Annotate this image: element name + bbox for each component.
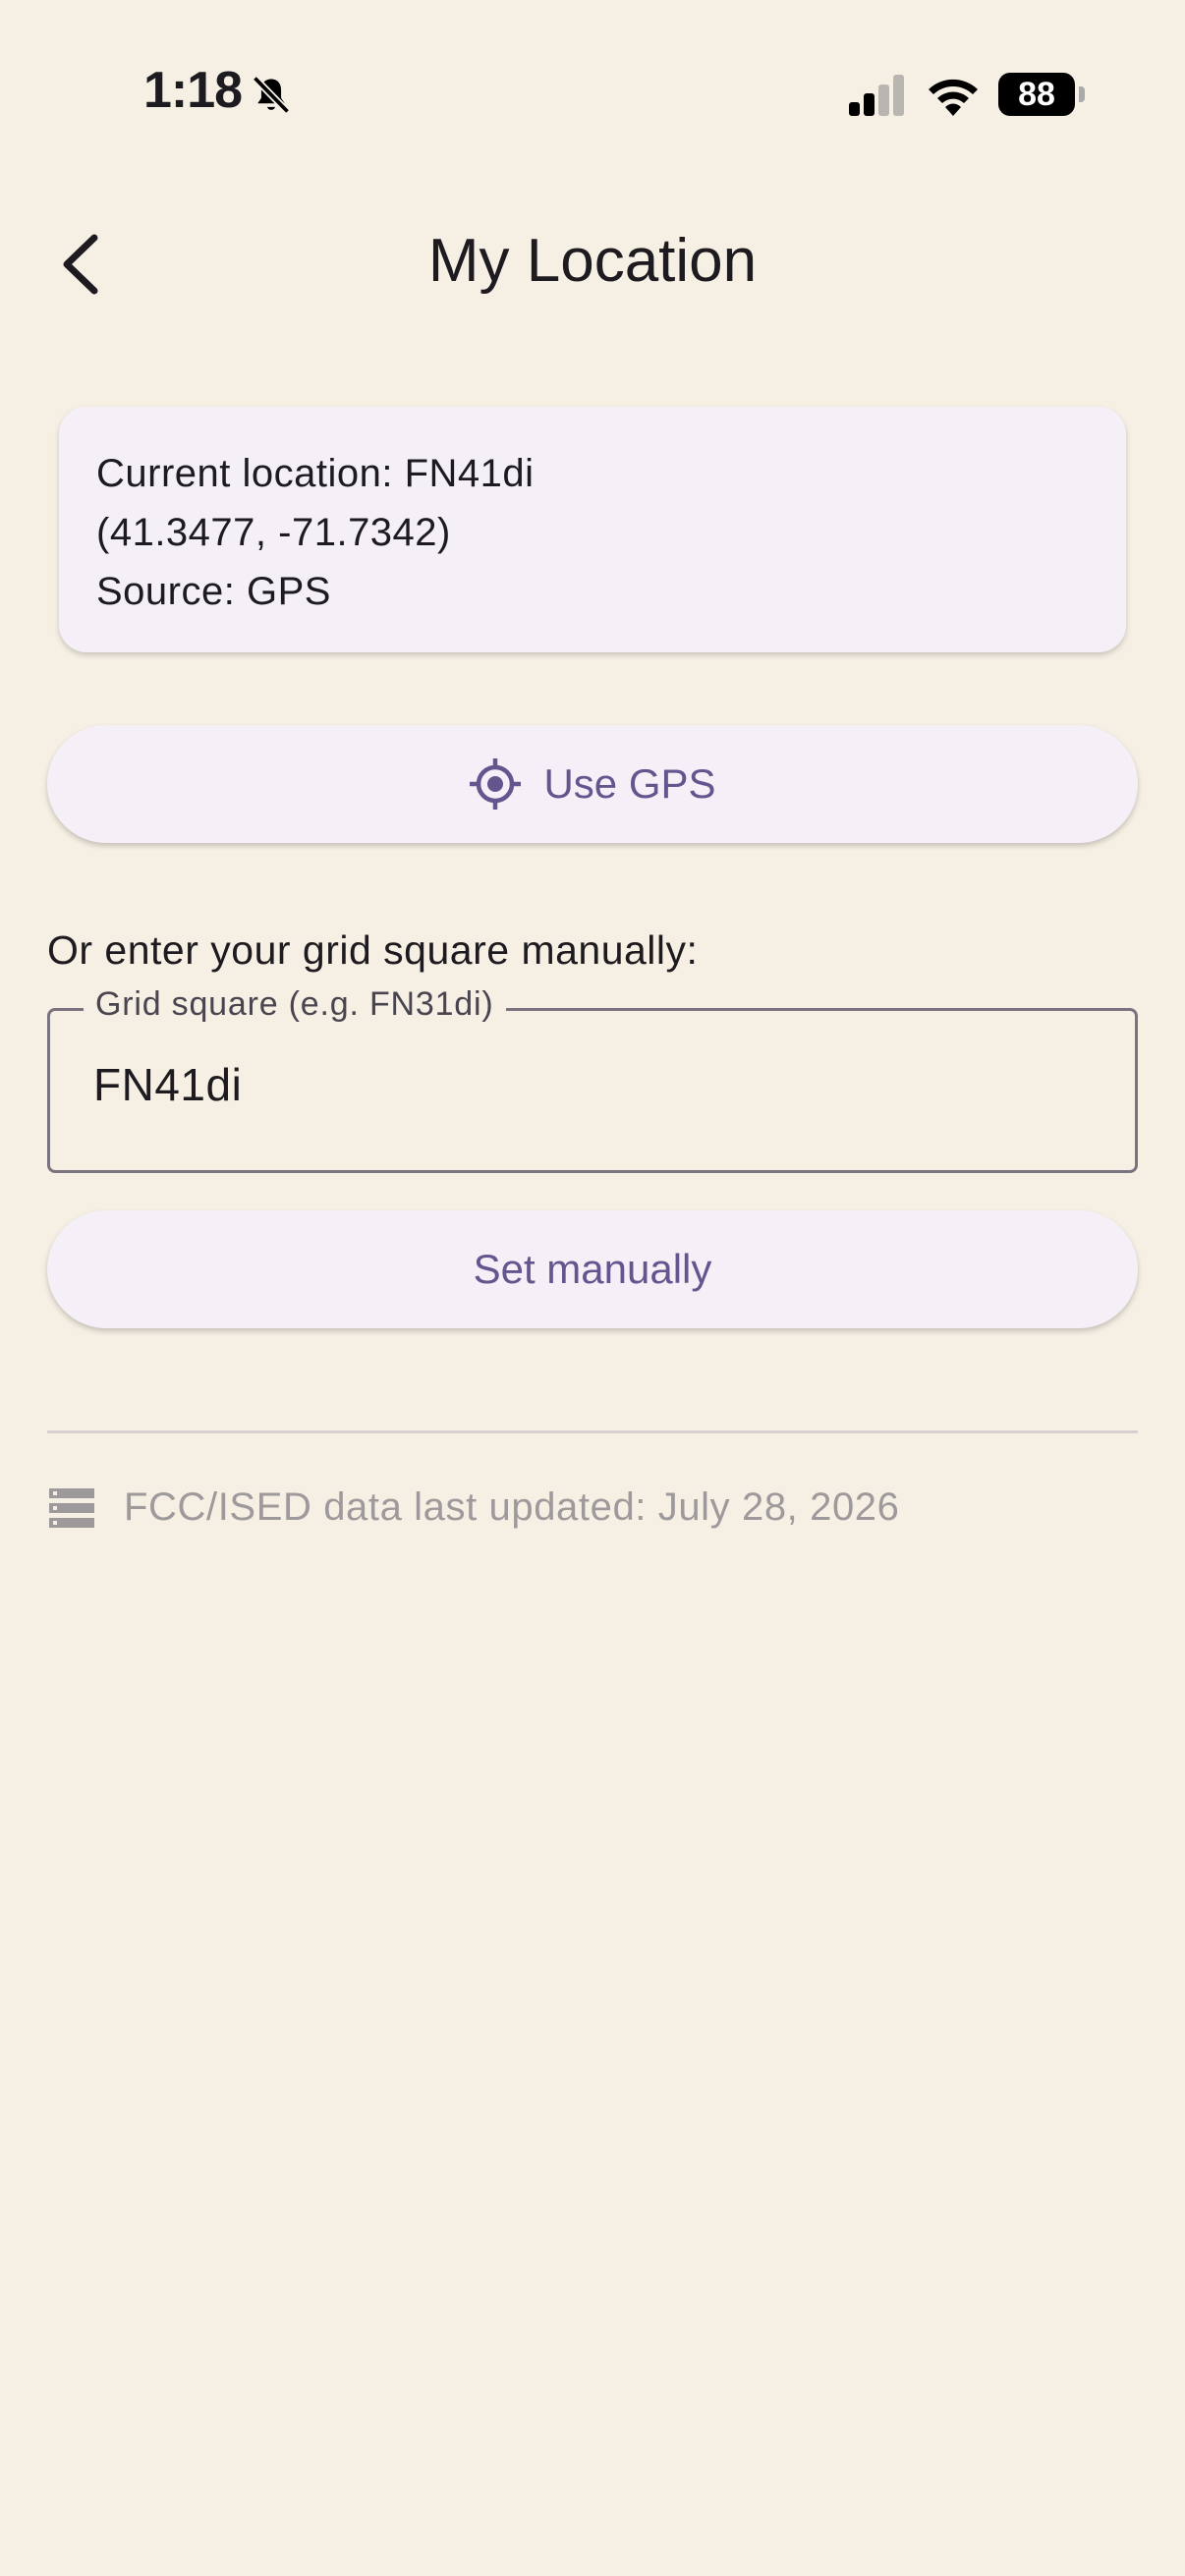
location-source-text: Source: GPS: [96, 570, 331, 613]
cellular-signal-icon: [849, 75, 904, 116]
data-updated-text: FCC/ISED data last updated: July 28, 202…: [124, 1485, 900, 1529]
battery-icon: 88: [998, 73, 1085, 116]
set-manually-button[interactable]: Set manually: [47, 1210, 1138, 1328]
current-location-card: Current location: FN41di (41.3477, -71.7…: [59, 407, 1126, 652]
grid-square-input[interactable]: [93, 1058, 1076, 1111]
use-gps-label: Use GPS: [543, 760, 716, 807]
grid-square-field-label: Grid square (e.g. FN31di): [84, 985, 506, 1024]
coordinates-text: (41.3477, -71.7342): [96, 511, 451, 554]
data-updated-footer: FCC/ISED data last updated: July 28, 202…: [49, 1485, 899, 1530]
set-manually-label: Set manually: [473, 1246, 712, 1292]
battery-level: 88: [1018, 76, 1055, 113]
gps-crosshair-icon: [470, 758, 522, 810]
use-gps-button[interactable]: Use GPS: [47, 725, 1138, 843]
divider: [47, 1430, 1138, 1433]
page-title: My Location: [427, 227, 758, 295]
bell-slash-icon: [252, 76, 291, 115]
wifi-icon: [929, 79, 978, 116]
storage-icon: [49, 1487, 94, 1528]
grid-square-field[interactable]: Grid square (e.g. FN31di): [47, 985, 1138, 1173]
current-location-text: Current location: FN41di: [96, 452, 535, 495]
status-time: 1:18: [143, 62, 243, 119]
manual-entry-prompt: Or enter your grid square manually:: [47, 927, 699, 973]
